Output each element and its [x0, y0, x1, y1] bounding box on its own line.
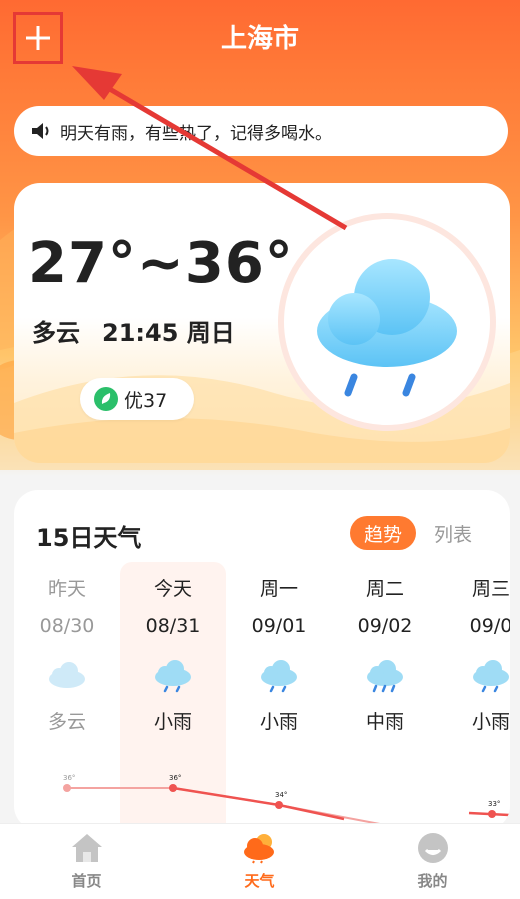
current-condition: 多云 — [32, 319, 80, 347]
nav-weather-label: 天气 — [244, 872, 275, 890]
trend-point-yesterday — [63, 784, 71, 792]
weather-icon-circle — [278, 213, 496, 431]
day-column-mon[interactable]: 周一 09/01 小雨 — [226, 574, 332, 734]
temperature-trend-chart: 36° 36° 34° 33° — [63, 774, 510, 825]
weather-icon — [243, 834, 274, 864]
trend-label-today: 36° — [169, 774, 181, 782]
day-condition: 小雨 — [471, 711, 510, 733]
aqi-badge[interactable]: 优37 — [80, 378, 194, 420]
leaf-icon — [94, 387, 118, 411]
temperature-range: 27°~36° — [28, 231, 294, 296]
trend-label-yesterday: 36° — [63, 774, 75, 782]
nav-home-label: 首页 — [71, 872, 102, 890]
trend-label-wed: 33° — [488, 800, 500, 808]
weather-notice: 明天有雨，有些热了，记得多喝水。 — [14, 106, 508, 156]
day-condition: 中雨 — [365, 711, 404, 733]
day-condition: 多云 — [47, 711, 86, 733]
trend-label-mon: 34° — [275, 791, 287, 799]
profile-icon — [417, 833, 448, 863]
day-column-tue[interactable]: 周二 09/02 中雨 — [332, 574, 438, 734]
forecast-title: 15日天气 — [36, 524, 142, 552]
day-date: 08/30 — [39, 615, 95, 637]
light-rain-icon — [473, 660, 509, 693]
moderate-rain-icon — [367, 660, 403, 693]
nav-home[interactable]: 首页 — [0, 824, 173, 899]
nav-weather[interactable]: 天气 — [173, 824, 346, 899]
tab-list[interactable]: 列表 — [434, 516, 472, 550]
aqi-value: 优37 — [124, 389, 168, 412]
nav-profile[interactable]: 我的 — [346, 824, 519, 899]
current-weather-card[interactable]: 27°~36° 多云 21:45 周日 优37 — [14, 183, 510, 463]
day-condition: 小雨 — [153, 711, 192, 733]
day-name: 周三 — [471, 578, 510, 600]
day-date: 09/02 — [357, 615, 413, 637]
day-column-yesterday[interactable]: 昨天 08/30 多云 — [14, 574, 120, 734]
day-column-wed[interactable]: 周三 09/0 小雨 — [438, 574, 510, 734]
day-name: 昨天 — [47, 578, 86, 600]
light-rain-icon — [155, 660, 191, 693]
trend-point-today — [169, 784, 177, 792]
rain-cloud-icon — [317, 259, 457, 397]
day-date: 09/0 — [469, 615, 510, 637]
current-time-day: 21:45 周日 — [102, 319, 235, 347]
speaker-icon — [32, 123, 49, 139]
day-name: 周一 — [259, 578, 298, 600]
notice-text: 明天有雨，有些热了，记得多喝水。 — [60, 123, 332, 144]
tab-trend[interactable]: 趋势 — [350, 516, 416, 550]
light-rain-icon — [261, 660, 297, 693]
trend-point-mon — [275, 801, 283, 809]
trend-line-past — [67, 787, 386, 825]
condition-line: 多云 21:45 周日 — [32, 313, 257, 348]
day-column-today[interactable]: 今天 08/31 小雨 — [120, 574, 226, 734]
cloud-icon — [49, 662, 85, 688]
forecast-card: 15日天气 趋势 列表 昨天 08/30 多云 今天 08/31 小雨 周一 0… — [14, 490, 510, 830]
trend-point-wed — [488, 810, 496, 818]
nav-profile-label: 我的 — [417, 872, 448, 890]
day-date: 08/31 — [145, 615, 201, 637]
header-bar: 上海市 — [0, 0, 520, 76]
trend-line — [172, 786, 345, 821]
home-icon — [71, 834, 102, 862]
city-title: 上海市 — [220, 24, 299, 54]
day-condition: 小雨 — [259, 711, 298, 733]
bottom-navigation: 首页 天气 我的 — [0, 823, 520, 899]
day-name: 今天 — [153, 578, 192, 600]
day-date: 09/01 — [251, 615, 307, 637]
day-name: 周二 — [365, 578, 404, 600]
